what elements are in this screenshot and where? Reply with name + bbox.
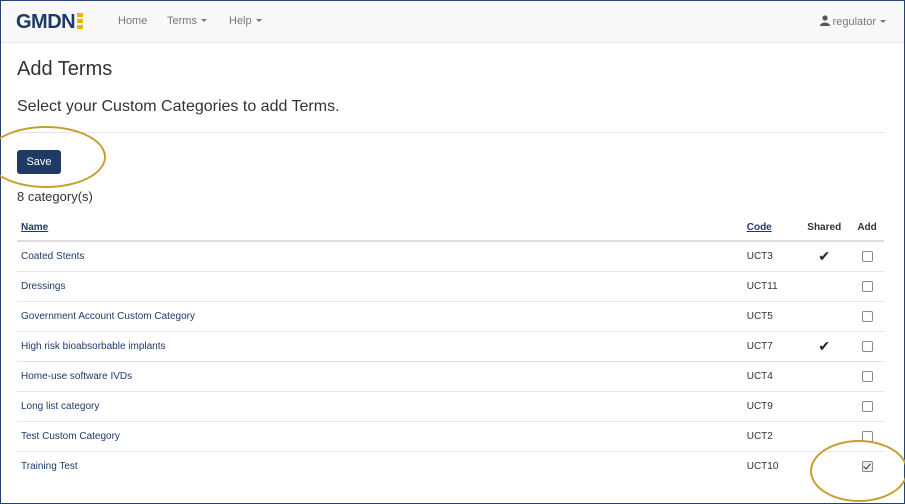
nav-help[interactable]: Help [229, 15, 262, 27]
category-name-link[interactable]: Coated Stents [17, 240, 743, 272]
category-name-link[interactable]: Home-use software IVDs [17, 361, 743, 392]
nav-terms[interactable]: Terms [167, 15, 207, 27]
category-code: UCT10 [742, 451, 799, 481]
user-icon [819, 15, 830, 26]
category-name-link[interactable]: Test Custom Category [17, 421, 743, 452]
table-row: Training Test UCT10 [17, 451, 884, 481]
table-row: High risk bioabsorbable implants UCT7 ✔ [17, 331, 884, 362]
nav-home[interactable]: Home [118, 15, 147, 27]
table-row: Test Custom Category UCT2 [17, 421, 884, 452]
divider [17, 132, 884, 133]
add-checkbox[interactable] [861, 370, 873, 382]
shared-cell [798, 301, 851, 332]
add-cell [850, 361, 884, 392]
table-row: Home-use software IVDs UCT4 [17, 361, 884, 392]
table-row: Government Account Custom Category UCT5 [17, 301, 884, 332]
category-code: UCT2 [742, 421, 799, 452]
category-code: UCT11 [742, 271, 799, 302]
chevron-down-icon [880, 20, 886, 23]
add-checkbox[interactable] [861, 280, 873, 292]
add-cell [850, 391, 884, 422]
brand-logo[interactable]: GMDN [16, 11, 84, 34]
table-header-row: Name Code Shared Add [17, 214, 884, 242]
add-cell [850, 271, 884, 302]
category-count: 8 category(s) [17, 189, 93, 204]
column-header-shared: Shared [798, 214, 851, 242]
chevron-down-icon [255, 19, 262, 22]
category-name-link[interactable]: Long list category [17, 391, 743, 422]
add-checkbox[interactable] [861, 250, 873, 262]
shared-cell: ✔ [798, 240, 851, 272]
page-title: Add Terms [17, 58, 113, 80]
table-row: Dressings UCT11 [17, 271, 884, 302]
checkmark-icon: ✔ [818, 248, 831, 264]
brand-dots-icon [77, 13, 84, 29]
table-row: Coated Stents UCT3 ✔ [17, 240, 884, 272]
category-code: UCT3 [742, 240, 799, 272]
add-cell [850, 301, 884, 332]
category-name-link[interactable]: High risk bioabsorbable implants [17, 331, 743, 362]
add-checkbox[interactable] [861, 340, 873, 352]
category-name-link[interactable]: Training Test [17, 451, 743, 481]
column-header-add: Add [850, 214, 884, 242]
add-checkbox[interactable] [861, 400, 873, 412]
shared-cell [798, 361, 851, 392]
category-name-link[interactable]: Government Account Custom Category [17, 301, 743, 332]
category-code: UCT4 [742, 361, 799, 392]
checkmark-icon: ✔ [818, 338, 831, 354]
user-menu[interactable]: regulator [819, 15, 886, 28]
column-header-name[interactable]: Name [17, 214, 743, 242]
table-row: Long list category UCT9 [17, 391, 884, 422]
add-checkbox-highlight-ellipse [810, 440, 905, 502]
add-checkbox[interactable] [861, 310, 873, 322]
category-name-link[interactable]: Dressings [17, 271, 743, 302]
category-code: UCT7 [742, 331, 799, 362]
add-cell [850, 331, 884, 362]
chevron-down-icon [200, 19, 207, 22]
column-header-code[interactable]: Code [742, 214, 799, 242]
add-cell [850, 240, 884, 272]
shared-cell [798, 271, 851, 302]
category-code: UCT5 [742, 301, 799, 332]
shared-cell [798, 391, 851, 422]
page-subtitle: Select your Custom Categories to add Ter… [17, 98, 340, 115]
navbar: GMDN Home Terms Help regulator [1, 1, 904, 43]
categories-table: Name Code Shared Add Coated Stents UCT3 ✔ D… [17, 214, 884, 481]
category-code: UCT9 [742, 391, 799, 422]
shared-cell: ✔ [798, 331, 851, 362]
